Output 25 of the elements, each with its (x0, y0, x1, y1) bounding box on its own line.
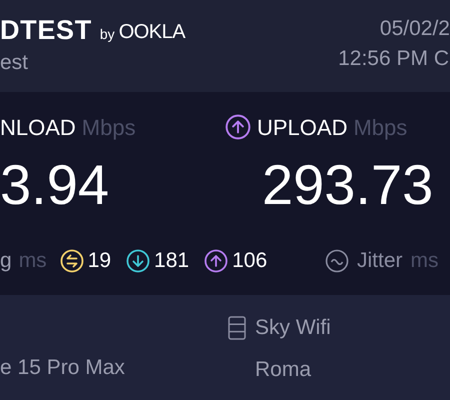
logo-by: by (100, 25, 115, 44)
server-location: Roma (255, 357, 312, 383)
logo-text: DTEST (0, 14, 92, 46)
result-label: UPLOAD (257, 114, 348, 142)
ping-value: 19 (88, 248, 112, 274)
speed-value: 3.94 (0, 152, 109, 218)
ping-label: g (0, 248, 12, 274)
ping-value: 181 (154, 248, 190, 274)
ping-value: 106 (232, 248, 268, 274)
result-label: NLOAD (0, 114, 76, 142)
unit-label: ms (410, 248, 439, 274)
server-provider: Sky Wifi (255, 315, 331, 341)
speed-value: 293.73 (262, 152, 434, 218)
jitter-label: Jitter (357, 248, 403, 274)
idle-arrows-icon (60, 249, 84, 273)
test-time: 12:56 PM C (338, 46, 450, 72)
device-name: e 15 Pro Max (0, 355, 126, 381)
unit-label: ms (18, 248, 47, 274)
server-icon (228, 316, 246, 340)
unit-label: Mbps (353, 114, 408, 142)
unit-label: Mbps (82, 114, 136, 142)
logo-brand: OOKLA (118, 20, 186, 45)
subtitle: est (0, 50, 30, 76)
test-date: 05/02/2 (380, 16, 450, 42)
wave-icon (325, 249, 349, 273)
